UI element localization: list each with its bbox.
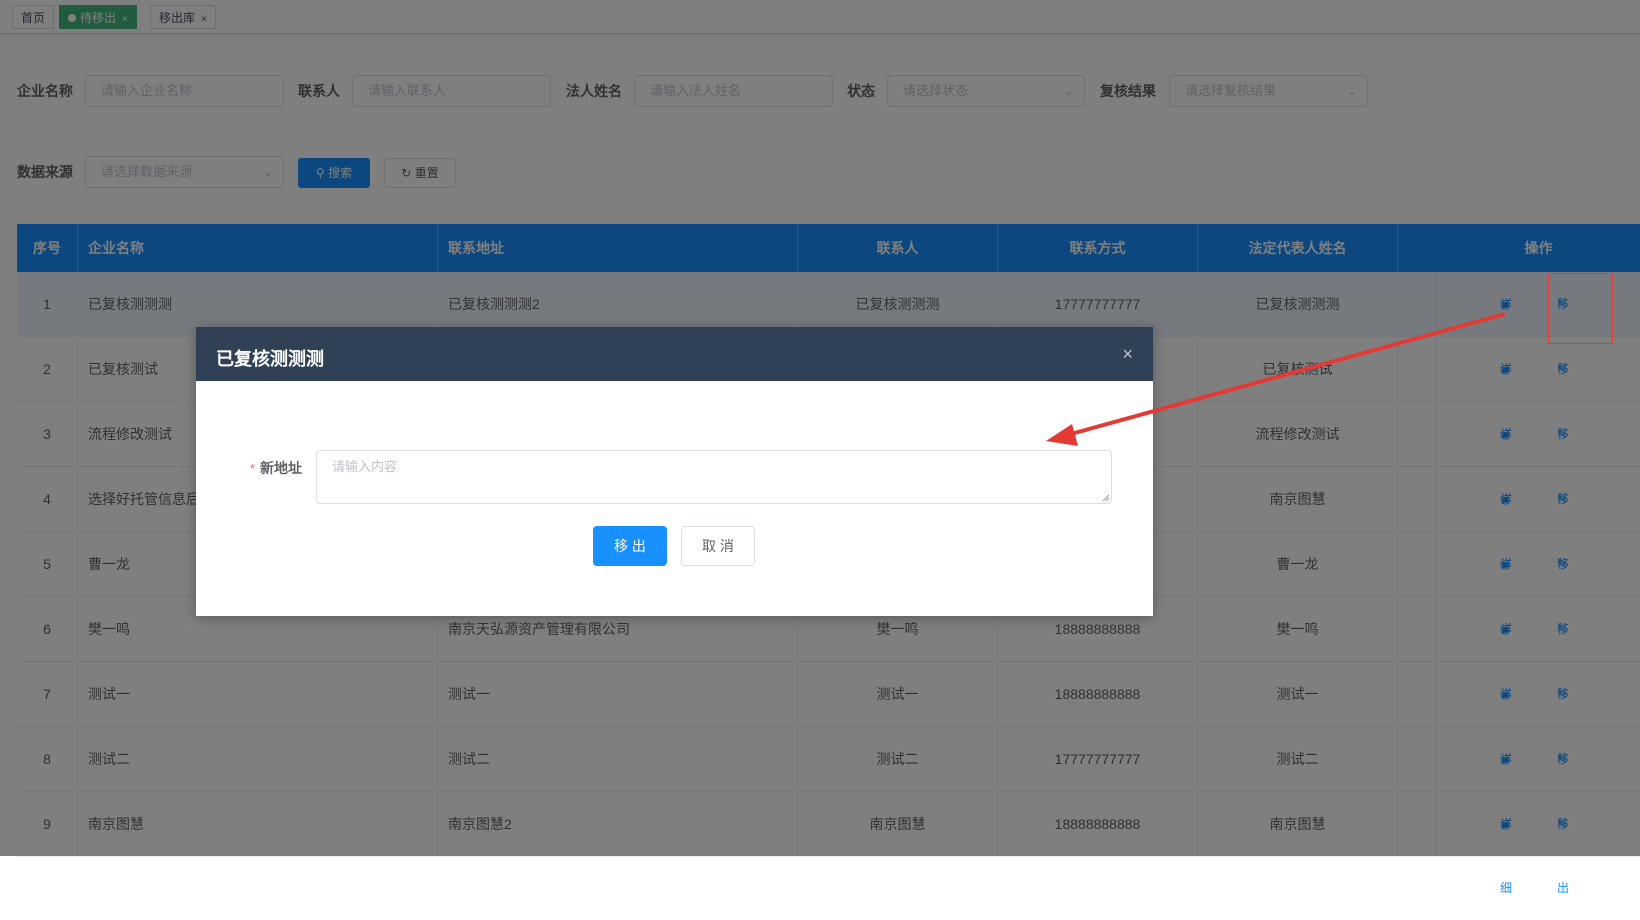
dialog-header: 已复核测测测 × <box>196 327 1153 381</box>
new-address-label: 新地址 <box>260 460 302 476</box>
close-icon[interactable]: × <box>1122 345 1133 363</box>
confirm-remove-button[interactable]: 移 出 <box>593 526 667 566</box>
resize-grip-icon[interactable] <box>1102 494 1110 502</box>
dialog-title: 已复核测测测 <box>216 349 324 369</box>
required-asterisk: * <box>250 461 256 476</box>
new-address-placeholder: 请输入内容 <box>332 459 398 474</box>
cancel-button[interactable]: 取 消 <box>681 526 755 566</box>
new-address-textarea[interactable]: 请输入内容 <box>316 450 1112 504</box>
remove-dialog: 已复核测测测 × * 新地址 请输入内容 移 出 取 消 <box>196 327 1153 616</box>
annotation-highlight-box <box>1548 273 1613 344</box>
